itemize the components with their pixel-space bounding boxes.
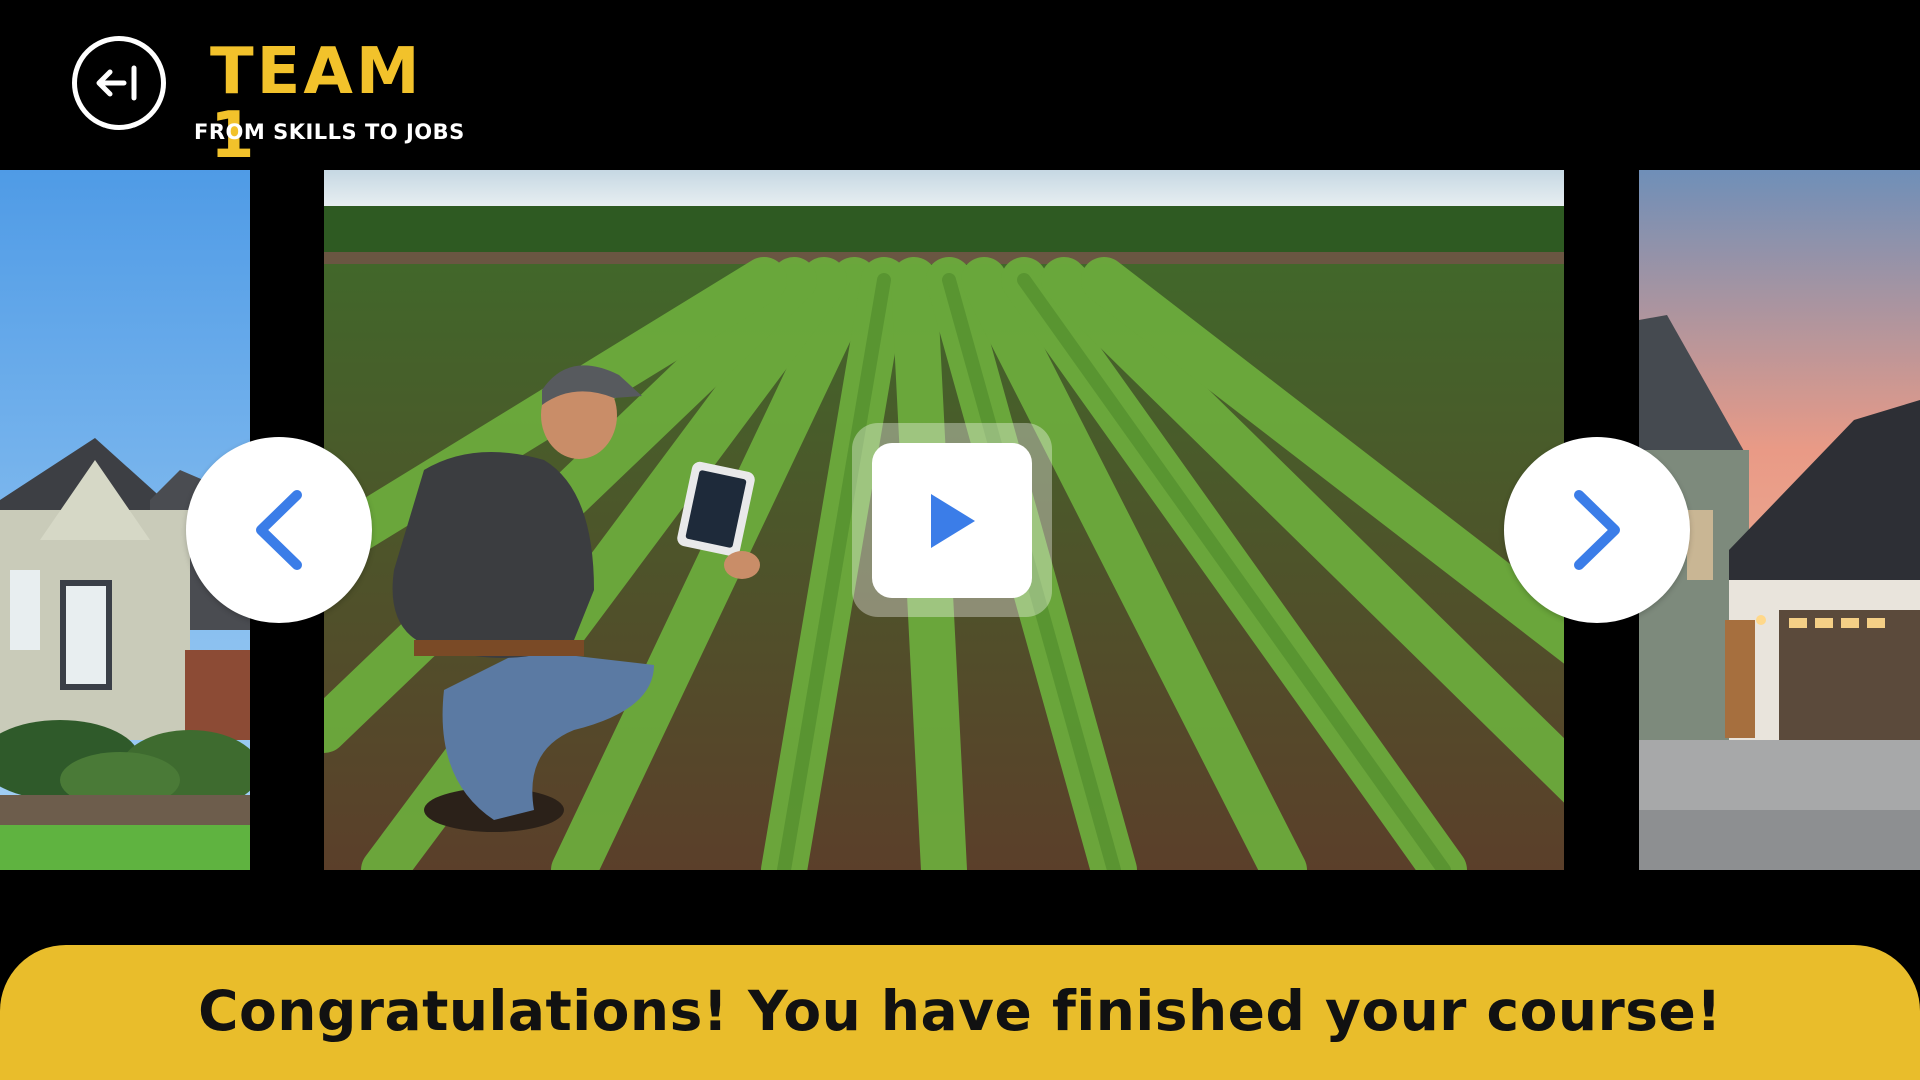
brand-title: TEAM 1 [210, 35, 423, 173]
chevron-left-icon [256, 490, 302, 570]
next-slide-button[interactable] [1504, 437, 1690, 623]
play-button[interactable] [872, 443, 1032, 598]
chevron-right-icon [1574, 490, 1620, 570]
brand-subtitle: FROM SKILLS TO JOBS [194, 120, 465, 144]
completion-banner: Congratulations! You have finished your … [0, 945, 1920, 1080]
header: TEAM 1 FROM SKILLS TO JOBS [72, 36, 492, 168]
back-arrow-circle-icon [96, 65, 137, 101]
back-button[interactable] [72, 36, 166, 130]
play-icon [931, 493, 975, 548]
completion-message: Congratulations! You have finished your … [198, 978, 1722, 1043]
previous-slide-button[interactable] [186, 437, 372, 623]
